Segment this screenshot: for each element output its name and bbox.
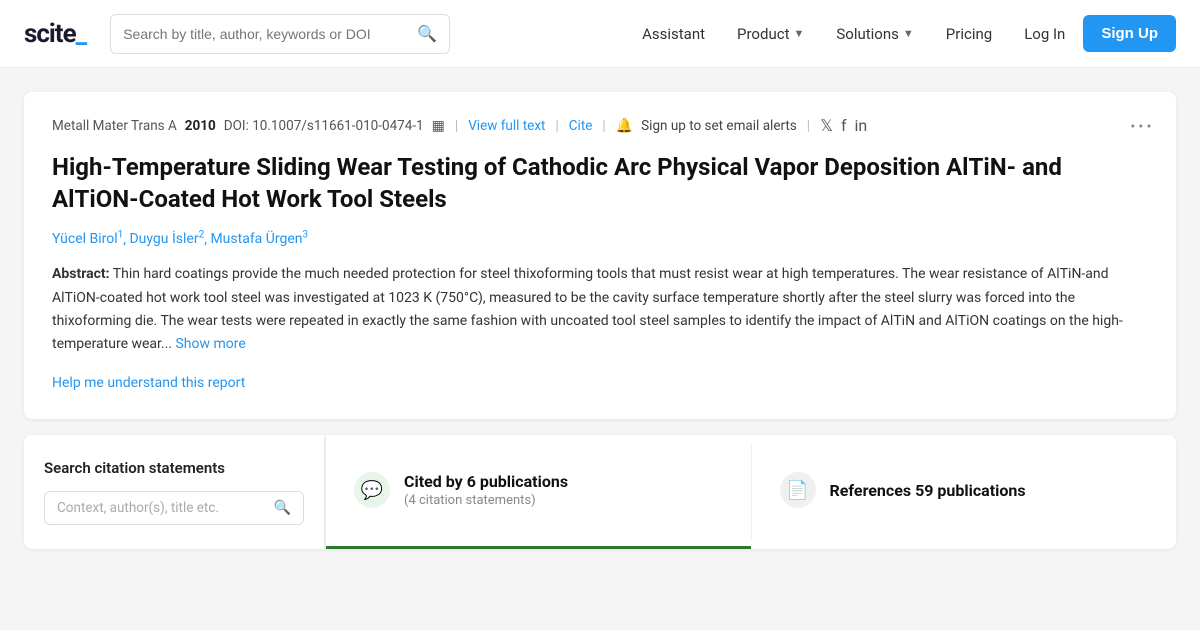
search-icon[interactable]: 🔍 [417, 24, 437, 43]
tabs-panel: 💬 Cited by 6 publications (4 citation st… [326, 435, 1176, 549]
sep3: | [602, 118, 605, 134]
nav-assistant[interactable]: Assistant [628, 17, 719, 51]
bottom-section: Search citation statements Context, auth… [24, 435, 1176, 549]
search-bar[interactable]: 🔍 [110, 14, 450, 54]
references-icon: 📄 [780, 472, 816, 508]
nav-pricing[interactable]: Pricing [932, 17, 1006, 51]
abstract-label: Abstract: [52, 266, 110, 282]
help-understand-link[interactable]: Help me understand this report [52, 375, 245, 391]
references-content: References 59 publications [830, 481, 1026, 500]
cited-by-content: Cited by 6 publications (4 citation stat… [404, 472, 568, 508]
twitter-icon[interactable]: 𝕏 [820, 116, 833, 135]
search-input[interactable] [123, 26, 411, 42]
tab-cited-by[interactable]: 💬 Cited by 6 publications (4 citation st… [326, 435, 751, 549]
header: scite_ 🔍 Assistant Product ▼ Solutions ▼… [0, 0, 1200, 68]
signup-button[interactable]: Sign Up [1083, 15, 1176, 52]
linkedin-icon[interactable]: in [855, 116, 868, 135]
cite-link[interactable]: Cite [569, 118, 593, 134]
sep2: | [555, 118, 558, 134]
citation-search-icon: 🔍 [274, 500, 291, 516]
nav-solutions[interactable]: Solutions ▼ [822, 17, 927, 51]
bell-icon: 🔔 [616, 118, 633, 134]
citation-search-input[interactable]: Context, author(s), title etc. 🔍 [44, 491, 304, 525]
citation-search-title: Search citation statements [44, 459, 304, 477]
sep4: | [807, 118, 810, 134]
doi: DOI: 10.1007/s11661-010-0474-1 [224, 118, 424, 134]
authors: Yücel Birol1, Duygu İsler2, Mustafa Ürge… [52, 230, 1148, 248]
abstract: Abstract: Thin hard coatings provide the… [52, 263, 1148, 355]
author-2[interactable]: Duygu İsler2 [129, 231, 204, 247]
alert-text: Sign up to set email alerts [641, 118, 797, 134]
show-more-link[interactable]: Show more [175, 336, 245, 352]
social-icons: 𝕏 f in [820, 116, 867, 135]
author-3[interactable]: Mustafa Ürgen3 [210, 231, 308, 247]
tab-references[interactable]: 📄 References 59 publications [752, 435, 1177, 549]
copy-icon[interactable]: ▦ [432, 118, 445, 134]
product-chevron-icon: ▼ [793, 27, 804, 40]
references-label: References 59 publications [830, 481, 1026, 500]
nav: Assistant Product ▼ Solutions ▼ Pricing … [628, 15, 1176, 52]
publication-year: 2010 [185, 118, 216, 134]
facebook-icon[interactable]: f [841, 116, 847, 135]
solutions-chevron-icon: ▼ [903, 27, 914, 40]
nav-product[interactable]: Product ▼ [723, 17, 818, 51]
main-content: ··· Metall Mater Trans A 2010 DOI: 10.10… [0, 68, 1200, 573]
logo[interactable]: scite_ [24, 19, 86, 49]
sep1: | [455, 118, 458, 134]
cited-by-icon: 💬 [354, 472, 390, 508]
citation-search-placeholder: Context, author(s), title etc. [57, 500, 266, 516]
view-full-text-link[interactable]: View full text [468, 118, 545, 134]
journal-name: Metall Mater Trans A [52, 118, 177, 134]
author-1[interactable]: Yücel Birol1 [52, 231, 123, 247]
more-options-button[interactable]: ··· [1130, 114, 1154, 138]
citation-search-panel: Search citation statements Context, auth… [24, 435, 324, 549]
paper-card: ··· Metall Mater Trans A 2010 DOI: 10.10… [24, 92, 1176, 419]
paper-title: High-Temperature Sliding Wear Testing of… [52, 151, 1148, 216]
login-button[interactable]: Log In [1010, 17, 1079, 51]
cited-by-label: Cited by 6 publications [404, 472, 568, 491]
paper-meta: Metall Mater Trans A 2010 DOI: 10.1007/s… [52, 116, 1148, 135]
cited-by-sub-label: (4 citation statements) [404, 493, 568, 508]
